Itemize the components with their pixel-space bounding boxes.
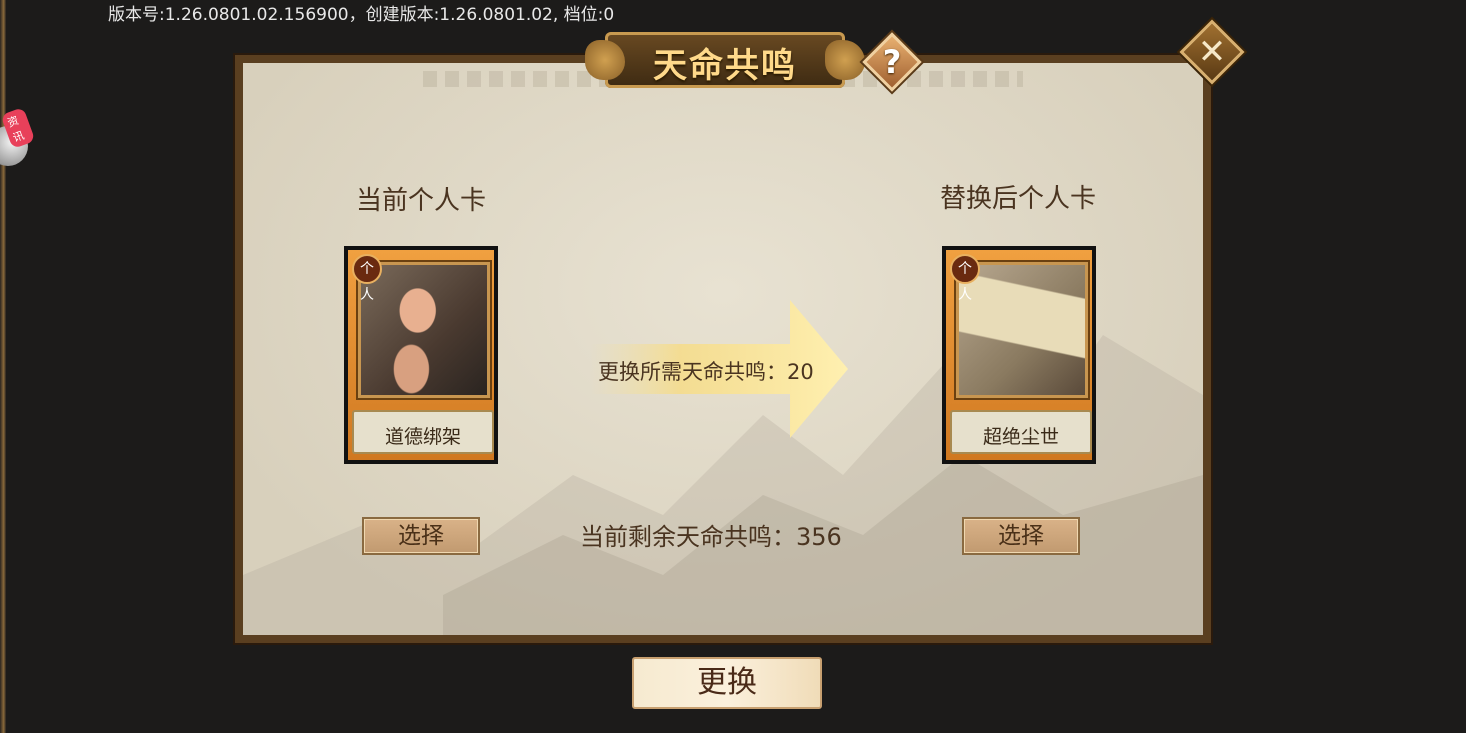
confirm-replace-label: 更换 (697, 665, 757, 700)
close-button[interactable]: ✕ (1182, 22, 1242, 82)
version-info: 版本号:1.26.0801.02.156900，创建版本:1.26.0801.0… (108, 5, 615, 25)
card-art-scroll-book (956, 262, 1088, 398)
left-edge-border (0, 0, 6, 733)
current-card-name: 道德绑架 (384, 426, 461, 448)
card-frame: 个人 超绝尘世 (946, 250, 1092, 460)
replacement-card-heading: 替换后个人卡 (940, 184, 1097, 214)
select-current-button[interactable]: 选择 (362, 517, 480, 555)
current-card-heading: 当前个人卡 (356, 186, 487, 216)
card-art-pointing-hand (358, 262, 490, 398)
help-button[interactable]: ? (866, 36, 918, 88)
dialog-title: 天命共鸣 (653, 46, 797, 86)
replacement-card-name: 超绝尘世 (982, 426, 1059, 448)
remaining-resonance: 当前剩余天命共鸣：356 (580, 523, 842, 551)
personal-card-icon: 个人 (950, 254, 980, 303)
select-current-label: 选择 (398, 523, 444, 549)
title-banner: 天命共鸣 (585, 22, 865, 94)
select-replacement-button[interactable]: 选择 (962, 517, 1080, 555)
replacement-card[interactable]: 个人 超绝尘世 (942, 246, 1096, 464)
news-float-button[interactable]: 资讯 (0, 106, 36, 166)
select-replacement-label: 选择 (998, 523, 1044, 549)
card-name-plate: 道德绑架 (352, 410, 494, 454)
replacement-cost: 更换所需天命共鸣：20 (598, 360, 814, 384)
card-frame: 个人 道德绑架 (348, 250, 494, 460)
close-icon: ✕ (1197, 32, 1227, 72)
card-name-plate: 超绝尘世 (950, 410, 1092, 454)
current-card[interactable]: 个人 道德绑架 (344, 246, 498, 464)
personal-card-icon: 个人 (352, 254, 382, 303)
question-icon: ? (882, 43, 902, 81)
confirm-replace-button[interactable]: 更换 (632, 657, 822, 709)
